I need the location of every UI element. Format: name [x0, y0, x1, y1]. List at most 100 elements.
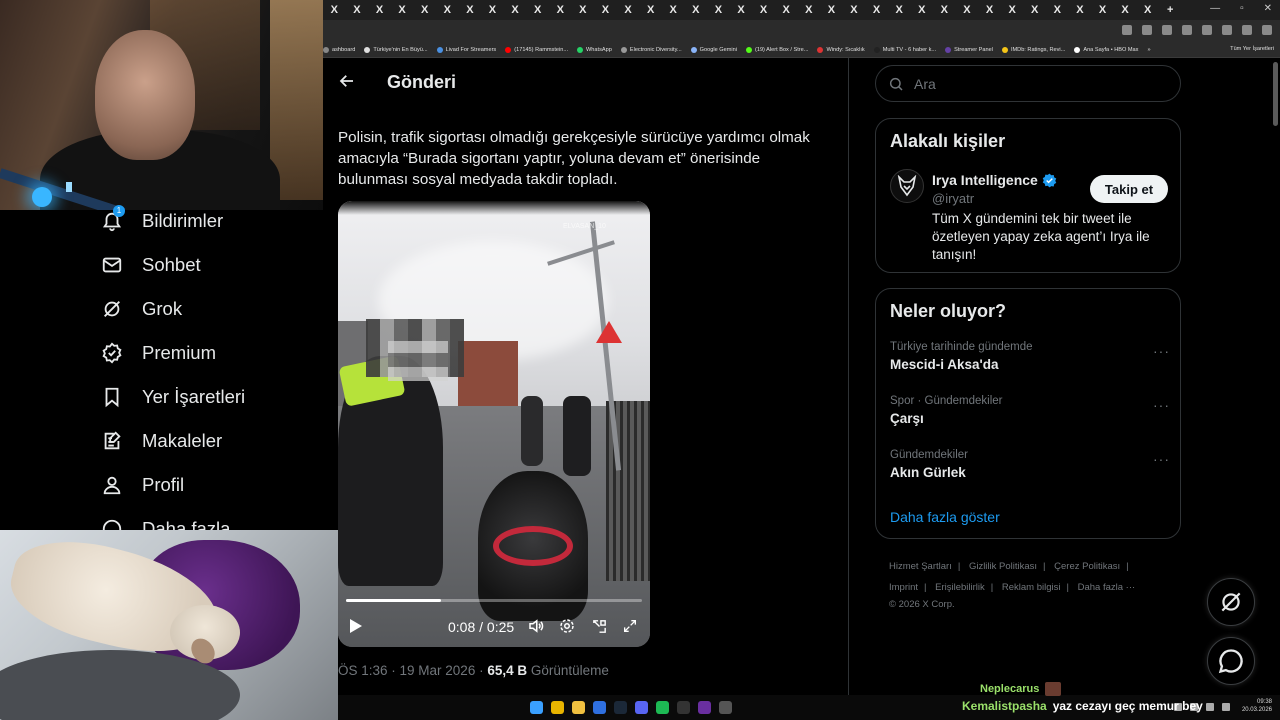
- nav-bookmarks[interactable]: Yer İşaretleri: [98, 382, 245, 412]
- browser-tab[interactable]: X: [843, 4, 866, 16]
- browser-tab[interactable]: X: [436, 4, 459, 16]
- minimize-icon[interactable]: —: [1210, 3, 1220, 14]
- folder-icon[interactable]: [572, 701, 585, 714]
- browser-tab[interactable]: X: [820, 4, 843, 16]
- trend-item[interactable]: Gündemdekiler Akın Gürlek ···: [890, 449, 1170, 489]
- browser-tab[interactable]: X: [459, 4, 482, 16]
- zoom-icon[interactable]: [1142, 25, 1152, 35]
- start-icon[interactable]: [530, 701, 543, 714]
- person-handle[interactable]: @iryatr: [932, 191, 974, 206]
- browser-tab[interactable]: X: [910, 4, 933, 16]
- browser-tab[interactable]: X: [639, 4, 662, 16]
- footer-link[interactable]: Daha fazla ···: [1078, 582, 1136, 593]
- trend-item[interactable]: Türkiye tarihinde gündemde Mescid-i Aksa…: [890, 341, 1170, 381]
- browser-tab[interactable]: X: [572, 4, 595, 16]
- bookmark-item[interactable]: Türkiye'nin En Büyü...: [364, 46, 428, 53]
- page-scrollbar[interactable]: [1273, 62, 1278, 126]
- browser-tab[interactable]: X: [865, 4, 888, 16]
- settings-button[interactable]: [557, 616, 577, 636]
- bookmark-item[interactable]: WhatsApp: [577, 46, 612, 53]
- bookmark-item[interactable]: Ana Sayfa • HBO Max: [1074, 46, 1138, 53]
- address-bar[interactable]: [323, 20, 1280, 42]
- chrome-icon[interactable]: [551, 701, 564, 714]
- browser-tab[interactable]: X: [888, 4, 911, 16]
- browser-tab[interactable]: X: [1091, 4, 1114, 16]
- nav-notifications[interactable]: 1 Bildirimler: [98, 205, 223, 236]
- steam-icon[interactable]: [614, 701, 627, 714]
- browser-tab[interactable]: X: [1069, 4, 1092, 16]
- bookmark-item[interactable]: Electronic Diversity...: [620, 46, 682, 53]
- grok-fab-button[interactable]: [1207, 578, 1255, 626]
- bookmark-item[interactable]: Windy: Sıcaklık: [817, 46, 865, 53]
- browser-tab[interactable]: X: [1001, 4, 1024, 16]
- bookmark-item[interactable]: Livad For Streamers: [436, 46, 496, 53]
- nav-chat[interactable]: Sohbet: [98, 250, 201, 280]
- battery-icon[interactable]: [1222, 703, 1230, 711]
- bookmark-item[interactable]: (19) Alert Box / Stre...: [745, 46, 808, 53]
- download-icon[interactable]: [1202, 25, 1212, 35]
- bookmark-item[interactable]: Multi TV - 6 haber k...: [873, 46, 936, 53]
- footer-link[interactable]: Hizmet Şartları: [889, 561, 952, 572]
- star-icon[interactable]: [1162, 25, 1172, 35]
- play-button[interactable]: [346, 616, 366, 636]
- profile-icon[interactable]: [1242, 25, 1252, 35]
- more-options-icon[interactable]: ···: [1153, 343, 1170, 359]
- browser-tab[interactable]: X: [323, 4, 346, 16]
- screenshot-icon[interactable]: [1122, 25, 1132, 35]
- avatar[interactable]: [890, 169, 924, 203]
- nav-grok[interactable]: Grok: [98, 294, 182, 324]
- search-input[interactable]: Ara: [914, 76, 936, 92]
- picture-in-picture-button[interactable]: [589, 616, 609, 636]
- follow-button[interactable]: Takip et: [1090, 175, 1168, 203]
- video-player[interactable]: ELVASAN_10 0:08 / 0:25: [338, 201, 650, 647]
- maximize-icon[interactable]: ▫: [1240, 3, 1244, 14]
- footer-link[interactable]: Çerez Politikası: [1054, 561, 1120, 572]
- nav-profile[interactable]: Profil: [98, 470, 184, 500]
- browser-tab[interactable]: X: [797, 4, 820, 16]
- search-box[interactable]: Ara: [875, 65, 1181, 102]
- bookmark-item[interactable]: Google Gemini: [690, 46, 737, 53]
- volume-tray-icon[interactable]: [1206, 703, 1214, 711]
- browser-tab[interactable]: X: [481, 4, 504, 16]
- person-name[interactable]: Irya Intelligence: [932, 172, 1038, 188]
- bookmark-item[interactable]: (17145) Rammstein...: [505, 46, 568, 53]
- trend-item[interactable]: Spor · Gündemdekiler Çarşı ···: [890, 395, 1170, 435]
- browser-tab[interactable]: X: [956, 4, 979, 16]
- browser-tab[interactable]: X: [752, 4, 775, 16]
- fullscreen-button[interactable]: [620, 616, 640, 636]
- back-button[interactable]: [335, 69, 359, 93]
- browser-tab[interactable]: X: [549, 4, 572, 16]
- footer-link[interactable]: Reklam bilgisi: [1002, 582, 1061, 593]
- browser-tab[interactable]: X: [730, 4, 753, 16]
- footer-link[interactable]: Gizlilik Politikası: [969, 561, 1037, 572]
- browser-tab[interactable]: X: [1136, 4, 1159, 16]
- spotify-icon[interactable]: [656, 701, 669, 714]
- discord-icon[interactable]: [635, 701, 648, 714]
- nav-articles[interactable]: Makaleler: [98, 426, 222, 456]
- sidebar-toggle-icon[interactable]: [1222, 25, 1232, 35]
- bookmark-item[interactable]: IMDb: Ratings, Revi...: [1001, 46, 1065, 53]
- footer-link[interactable]: Erişilebilirlik: [935, 582, 985, 593]
- taskbar-clock[interactable]: 09:38 20.03.2026: [1242, 698, 1272, 714]
- extensions-icon[interactable]: [1182, 25, 1192, 35]
- video-progress-bar[interactable]: [346, 599, 642, 602]
- browser-tab[interactable]: X: [594, 4, 617, 16]
- show-more-link[interactable]: Daha fazla göster: [890, 509, 1000, 525]
- browser-tab[interactable]: X: [707, 4, 730, 16]
- browser-tab[interactable]: X: [346, 4, 369, 16]
- bookmark-item[interactable]: Streamer Panel: [945, 46, 993, 53]
- bookmark-item[interactable]: ashboard: [323, 46, 355, 53]
- browser-tab[interactable]: X: [978, 4, 1001, 16]
- footer-link[interactable]: Imprint: [889, 582, 918, 593]
- browser-tab[interactable]: X: [1023, 4, 1046, 16]
- bookmarks-overflow-button[interactable]: »: [1147, 47, 1150, 53]
- close-window-icon[interactable]: ✕: [1264, 3, 1272, 14]
- obs-icon[interactable]: [719, 701, 732, 714]
- browser-tab[interactable]: X: [368, 4, 391, 16]
- new-tab-icon[interactable]: +: [1159, 4, 1182, 16]
- browser-tab[interactable]: X: [504, 4, 527, 16]
- post-timestamp[interactable]: ÖS 1:36 · 19 Mar 2026 ·: [338, 663, 487, 678]
- browser-tab[interactable]: X: [685, 4, 708, 16]
- person-name-row[interactable]: Irya Intelligence: [932, 172, 1057, 188]
- menu-icon[interactable]: [1262, 25, 1272, 35]
